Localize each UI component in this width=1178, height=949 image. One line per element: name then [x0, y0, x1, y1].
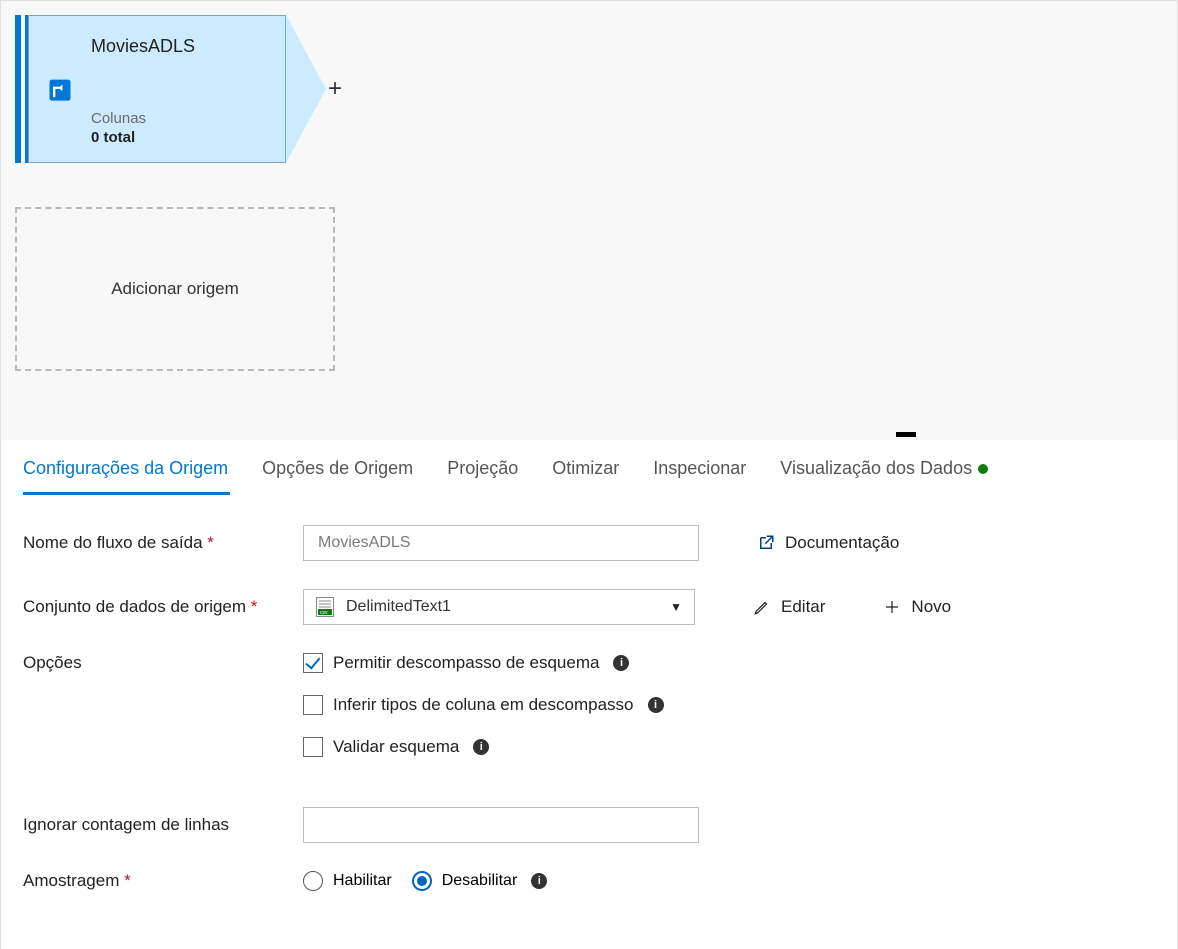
tab-source-options[interactable]: Opções de Origem [262, 458, 413, 495]
info-icon[interactable]: i [648, 697, 664, 713]
sampling-enable-radio[interactable] [303, 871, 323, 891]
pencil-icon [753, 598, 771, 616]
tab-optimize[interactable]: Otimizar [552, 458, 619, 495]
source-title: MoviesADLS [91, 36, 275, 57]
skip-lines-label: Ignorar contagem de linhas [23, 815, 303, 835]
output-stream-label: Nome do fluxo de saída * [23, 533, 303, 553]
database-icon [46, 75, 74, 103]
add-source-label: Adicionar origem [111, 279, 239, 299]
open-external-icon [757, 534, 775, 552]
tab-source-settings[interactable]: Configurações da Origem [23, 458, 228, 495]
dataset-select[interactable]: csv DelimitedText1 ▼ [303, 589, 695, 625]
add-step-button[interactable]: + [326, 75, 348, 103]
options-label: Opções [23, 653, 303, 673]
source-node-selected-bar [15, 15, 21, 163]
property-tabs: Configurações da Origem Opções de Origem… [23, 440, 1155, 495]
new-dataset-button[interactable]: Novo [883, 597, 951, 617]
edit-dataset-button[interactable]: Editar [753, 597, 825, 617]
chevron-down-icon: ▼ [670, 600, 682, 614]
documentation-link[interactable]: Documentação [757, 533, 899, 553]
skip-lines-input[interactable] [303, 807, 699, 843]
panel-resize-handle[interactable] [896, 432, 916, 437]
info-icon[interactable]: i [613, 655, 629, 671]
csv-file-icon: csv [316, 597, 334, 617]
add-source-box[interactable]: Adicionar origem [15, 207, 335, 371]
validate-schema-checkbox[interactable] [303, 737, 323, 757]
tab-data-preview[interactable]: Visualização dos Dados [780, 458, 988, 495]
svg-text:csv: csv [320, 610, 328, 616]
source-node-arrow [286, 15, 326, 163]
source-columns-total: 0 total [91, 129, 275, 146]
dataflow-canvas[interactable]: MoviesADLS Colunas 0 total + Adicionar o… [0, 0, 1178, 440]
info-icon[interactable]: i [531, 873, 547, 889]
schema-drift-checkbox[interactable] [303, 653, 323, 673]
tab-projection[interactable]: Projeção [447, 458, 518, 495]
plus-icon [883, 598, 901, 616]
infer-types-checkbox[interactable] [303, 695, 323, 715]
status-dot-icon [978, 464, 988, 474]
tab-inspect[interactable]: Inspecionar [653, 458, 746, 495]
properties-panel: Configurações da Origem Opções de Origem… [0, 440, 1178, 949]
info-icon[interactable]: i [473, 739, 489, 755]
sampling-disable-radio[interactable] [412, 871, 432, 891]
dataset-label: Conjunto de dados de origem * [23, 597, 303, 617]
source-columns-label: Colunas [91, 110, 275, 127]
output-stream-input[interactable] [303, 525, 699, 561]
source-node[interactable]: MoviesADLS Colunas 0 total [15, 15, 326, 163]
sampling-label: Amostragem * [23, 871, 303, 891]
